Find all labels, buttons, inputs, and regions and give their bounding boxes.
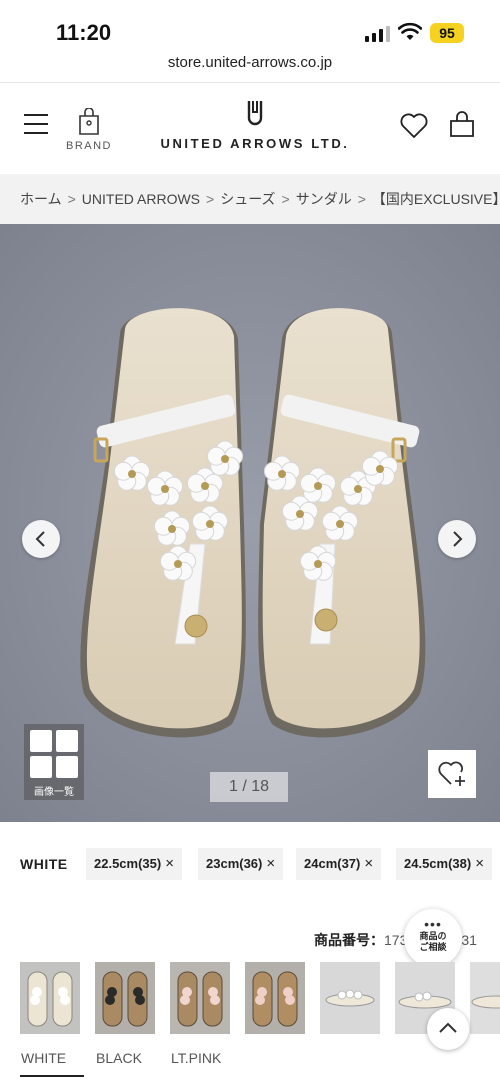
color-swatch-list: WHITE BLACK LT.PINK (0, 962, 500, 1080)
image-list-button[interactable]: 画像一覧 (24, 724, 84, 800)
breadcrumb-sandals[interactable]: サンダル (296, 174, 352, 224)
prev-image-button[interactable] (22, 520, 60, 558)
swatch-item[interactable] (245, 962, 305, 1034)
breadcrumb: ホーム > UNITED ARROWS > シューズ > サンダル > 【国内EXCLUSIVE… (0, 174, 500, 224)
swatch-image (320, 962, 380, 1034)
product-number-label: 商品番号： (314, 932, 384, 948)
hamburger-menu-icon[interactable] (24, 114, 48, 134)
size-chip-label: 24cm(37) (304, 856, 361, 871)
chevron-right-icon (453, 531, 463, 547)
swatch-image (245, 962, 305, 1034)
breadcrumb-current: 【国内EXCLUSIVE】<B (371, 191, 500, 207)
swatch-label-white: WHITE (21, 1050, 67, 1066)
swatch-image (95, 962, 155, 1034)
swatch-black[interactable] (95, 962, 155, 1034)
heart-plus-icon (438, 761, 465, 786)
more-dots-icon: ••• (424, 916, 442, 932)
chevron-right-icon: > (281, 191, 290, 207)
remove-icon[interactable]: × (165, 855, 174, 872)
battery-level: 95 (439, 25, 455, 41)
breadcrumb-home[interactable]: ホーム (20, 174, 62, 224)
remove-icon[interactable]: × (364, 855, 373, 872)
divider (0, 82, 500, 83)
logo-mark-icon (247, 101, 263, 126)
consult-label-1: 商品の (419, 931, 447, 941)
size-chip[interactable]: 24cm(37) × (296, 848, 382, 880)
add-to-favorites-button[interactable] (428, 750, 476, 798)
logo-text: UNITED ARROWS LTD. (160, 136, 350, 151)
scroll-to-top-button[interactable] (427, 1008, 469, 1050)
consult-label-2: ご相談 (419, 942, 447, 952)
breadcrumb-brand[interactable]: UNITED ARROWS (82, 174, 200, 224)
swatch-lt-pink[interactable] (170, 962, 230, 1034)
image-counter: 1 / 18 (210, 772, 288, 802)
product-number-tail: 31 (461, 932, 477, 948)
selected-color: WHITE (20, 856, 68, 872)
shopping-bag-tag-icon (79, 108, 99, 135)
swatch-image (20, 962, 80, 1034)
site-logo[interactable]: UNITED ARROWS LTD. (160, 98, 350, 158)
swatch-item[interactable] (320, 962, 380, 1034)
cellular-signal-icon (365, 24, 391, 42)
chevron-left-icon (35, 531, 45, 547)
swatch-label-black: BLACK (96, 1050, 142, 1066)
grid-icon (30, 730, 52, 752)
size-chip-label: 24.5cm(38) (404, 856, 472, 871)
swatch-item[interactable] (470, 962, 500, 1034)
url-text: store.united-arrows.co.jp (167, 54, 333, 71)
breadcrumb-shoes[interactable]: シューズ (220, 174, 275, 224)
swatch-image (470, 962, 500, 1034)
remove-icon[interactable]: × (475, 855, 484, 872)
wishlist-heart-icon[interactable] (399, 112, 429, 140)
brand-label: BRAND (65, 140, 112, 152)
swatch-image (170, 962, 230, 1034)
size-chip[interactable]: 23cm(36) × (198, 848, 284, 880)
selected-swatch-underline (20, 1075, 84, 1077)
wifi-icon (398, 22, 422, 40)
size-chip[interactable]: 22.5cm(35) × (86, 848, 182, 880)
address-bar[interactable]: store.united-arrows.co.jp (0, 50, 500, 80)
size-chip-label: 23cm(36) (206, 856, 263, 871)
chevron-right-icon: > (67, 191, 76, 207)
site-header: BRAND UNITED ARROWS LTD. (0, 84, 500, 172)
remove-icon[interactable]: × (266, 855, 275, 872)
battery-icon: 95 (430, 23, 464, 43)
selected-options-row: WHITE 22.5cm(35) × 23cm(36) × 24cm(37) × 24… (0, 848, 500, 882)
status-time: 11:20 (56, 20, 112, 45)
chevron-right-icon: > (357, 191, 366, 207)
next-image-button[interactable] (438, 520, 476, 558)
swatch-label-lt-pink: LT.PINK (171, 1050, 222, 1066)
cart-bag-icon[interactable] (448, 111, 476, 139)
grid-icon (56, 730, 78, 752)
chevron-up-icon (439, 1022, 457, 1033)
product-image-carousel[interactable]: 画像一覧 1 / 18 (0, 224, 500, 822)
swatch-white[interactable] (20, 962, 80, 1034)
brand-button[interactable]: BRAND (64, 108, 114, 160)
size-chip[interactable]: 24.5cm(38) × (396, 848, 492, 880)
image-list-label: 画像一覧 (34, 787, 74, 798)
grid-icon (30, 756, 52, 778)
grid-icon (56, 756, 78, 778)
product-consult-button[interactable]: ••• 商品の ご相談 (404, 909, 462, 967)
chevron-right-icon: > (206, 191, 215, 207)
size-chip-label: 22.5cm(35) (94, 856, 162, 871)
